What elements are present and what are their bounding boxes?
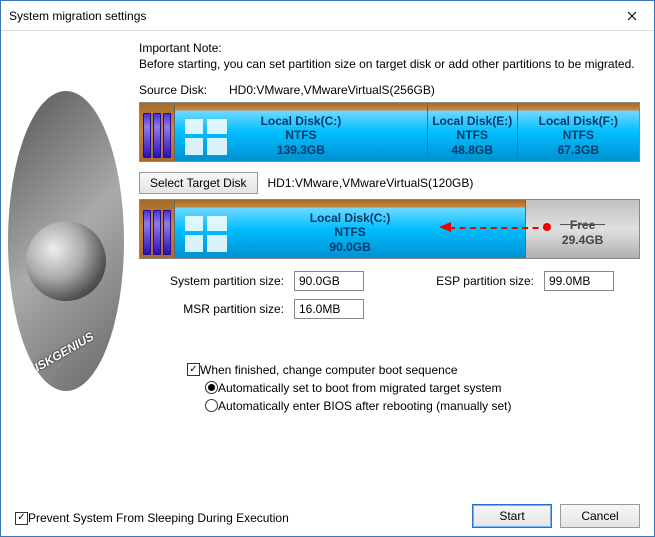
main-panel: Important Note: Before starting, you can… bbox=[131, 31, 654, 536]
close-icon bbox=[627, 11, 637, 21]
partition: Local Disk(C:)NTFS139.3GB bbox=[174, 103, 427, 161]
partition: Local Disk(E:)NTFS48.8GB bbox=[427, 103, 517, 161]
partition-fs: NTFS bbox=[285, 128, 316, 142]
boot-radio-group: Automatically set to boot from migrated … bbox=[139, 381, 640, 413]
sidebar: DISKGENIUS bbox=[1, 31, 131, 536]
source-disk-value: HD0:VMware,VMwareVirtualS(256GB) bbox=[229, 83, 435, 97]
source-disk-row: Source Disk: HD0:VMware,VMwareVirtualS(2… bbox=[139, 83, 640, 97]
bios-label: Automatically enter BIOS after rebooting… bbox=[218, 399, 511, 413]
radio-icon bbox=[205, 399, 218, 412]
note-title: Important Note: bbox=[139, 41, 640, 55]
auto-boot-radio[interactable]: Automatically set to boot from migrated … bbox=[205, 381, 640, 395]
select-target-disk-button[interactable]: Select Target Disk bbox=[139, 172, 258, 194]
auto-boot-label: Automatically set to boot from migrated … bbox=[218, 381, 501, 395]
finished-label: When finished, change computer boot sequ… bbox=[200, 363, 458, 377]
footer: ✓ Prevent System From Sleeping During Ex… bbox=[1, 504, 654, 528]
partition-name: Local Disk(C:) bbox=[310, 211, 391, 225]
partition-size-inputs: System partition size: ESP partition siz… bbox=[139, 271, 640, 319]
boot-options: ✓ When finished, change computer boot se… bbox=[139, 363, 640, 413]
partition-size: 48.8GB bbox=[452, 143, 493, 157]
disk-header-stripes bbox=[140, 103, 174, 161]
disk-header-stripes bbox=[140, 200, 174, 258]
esp-partition-input[interactable] bbox=[544, 271, 614, 291]
msr-partition-label: MSR partition size: bbox=[139, 302, 284, 316]
partition-fs: NTFS bbox=[334, 225, 365, 239]
finished-checkbox-row[interactable]: ✓ When finished, change computer boot se… bbox=[139, 363, 640, 377]
checkbox-icon: ✓ bbox=[187, 363, 200, 376]
checkbox-icon: ✓ bbox=[15, 512, 28, 525]
source-disk-label: Source Disk: bbox=[139, 83, 229, 97]
partition-size: 139.3GB bbox=[277, 143, 325, 157]
system-partition-label: System partition size: bbox=[139, 274, 284, 288]
source-disk-bar: Local Disk(C:)NTFS139.3GBLocal Disk(E:)N… bbox=[139, 102, 640, 162]
target-disk-value: HD1:VMware,VMwareVirtualS(120GB) bbox=[268, 176, 474, 190]
target-disk-row: Select Target Disk HD1:VMware,VMwareVirt… bbox=[139, 172, 640, 194]
bios-radio[interactable]: Automatically enter BIOS after rebooting… bbox=[205, 399, 640, 413]
partition-size: 90.0GB bbox=[329, 240, 370, 254]
partition-name: Free bbox=[570, 218, 595, 232]
radio-icon bbox=[205, 381, 218, 394]
partition-fs: NTFS bbox=[457, 128, 488, 142]
system-partition-input[interactable] bbox=[294, 271, 364, 291]
window-title: System migration settings bbox=[9, 9, 609, 23]
partition-name: Local Disk(C:) bbox=[261, 114, 342, 128]
close-button[interactable] bbox=[609, 1, 654, 31]
note-text: Before starting, you can set partition s… bbox=[139, 57, 640, 73]
brand-text: DISKGENIUS bbox=[25, 329, 97, 378]
esp-partition-label: ESP partition size: bbox=[394, 274, 534, 288]
partition-name: Local Disk(F:) bbox=[539, 114, 618, 128]
cancel-button[interactable]: Cancel bbox=[560, 504, 640, 528]
prevent-sleep-checkbox[interactable]: ✓ Prevent System From Sleeping During Ex… bbox=[15, 511, 289, 525]
prevent-sleep-label: Prevent System From Sleeping During Exec… bbox=[28, 511, 289, 525]
start-button[interactable]: Start bbox=[472, 504, 552, 528]
partition-name: Local Disk(E:) bbox=[432, 114, 512, 128]
windows-logo-icon bbox=[185, 216, 227, 252]
partition: Local Disk(F:)NTFS67.3GB bbox=[517, 103, 639, 161]
partition-fs: NTFS bbox=[563, 128, 594, 142]
footer-buttons: Start Cancel bbox=[472, 504, 640, 528]
target-disk-bar[interactable]: Local Disk(C:)NTFS90.0GB Free29.4GB bbox=[139, 199, 640, 259]
disk-illustration: DISKGENIUS bbox=[8, 91, 124, 391]
windows-logo-icon bbox=[185, 119, 227, 155]
partition-size: 29.4GB bbox=[562, 233, 603, 247]
titlebar: System migration settings bbox=[1, 1, 654, 31]
content: DISKGENIUS Important Note: Before starti… bbox=[1, 31, 654, 536]
msr-partition-input[interactable] bbox=[294, 299, 364, 319]
partition-size: 67.3GB bbox=[558, 143, 599, 157]
